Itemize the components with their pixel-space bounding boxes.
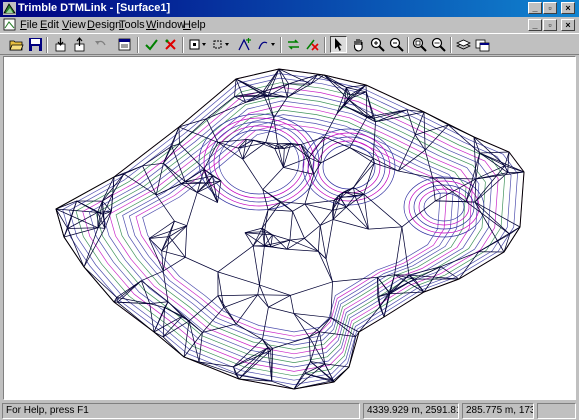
toolbar: [0, 33, 579, 55]
reject-button[interactable]: [162, 36, 179, 53]
close-button[interactable]: ×: [561, 2, 575, 14]
layers-icon: [456, 39, 471, 50]
add-line-dropdown[interactable]: [256, 36, 278, 53]
zoom-in-button[interactable]: [369, 36, 386, 53]
menu-file[interactable]: File: [20, 19, 38, 31]
doc-minimize-button[interactable]: _: [528, 19, 542, 31]
window-button[interactable]: [474, 36, 491, 53]
surface-canvas[interactable]: [3, 56, 576, 400]
delete-icon: [306, 39, 319, 51]
point-style-icon: [189, 39, 206, 50]
maximize-button[interactable]: ▫: [543, 2, 557, 14]
save-button[interactable]: [27, 36, 44, 53]
minimize-button[interactable]: _: [528, 2, 542, 14]
menu-design[interactable]: Design: [87, 19, 121, 31]
import-icon: [55, 38, 66, 52]
zoom-out-icon: [389, 37, 404, 52]
window-icon: [475, 39, 490, 52]
toolbar-separator: [324, 37, 326, 53]
tin-surface-drawing: [55, 68, 525, 390]
pan-tool-button[interactable]: [350, 36, 367, 53]
import-button[interactable]: [52, 36, 69, 53]
refresh-button[interactable]: [285, 36, 302, 53]
layers-button[interactable]: [455, 36, 472, 53]
status-bar: For Help, press F1 4339.929 m, 2591.812 …: [0, 402, 579, 420]
title-bar[interactable]: Trimble DTMLink - [Surface1] _ ▫ ×: [0, 0, 579, 17]
menu-help[interactable]: Help: [183, 19, 206, 31]
open-button[interactable]: [8, 36, 25, 53]
export-icon: [74, 37, 85, 52]
window-title: Trimble DTMLink - [Surface1]: [18, 2, 171, 14]
properties-button[interactable]: [116, 36, 133, 53]
undo-button[interactable]: [92, 36, 109, 53]
doc-restore-button[interactable]: ▫: [543, 19, 557, 31]
pan-hand-icon: [353, 39, 363, 52]
open-icon: [9, 40, 24, 51]
app-icon[interactable]: [3, 2, 16, 15]
zoom-extents-icon: [431, 37, 446, 52]
select-tool-button[interactable]: [330, 36, 347, 53]
add-point-icon: [238, 38, 251, 51]
zoom-window-button[interactable]: [411, 36, 428, 53]
reject-icon: [165, 39, 176, 50]
status-coordinate-1: 4339.929 m, 2591.812 m: [363, 403, 459, 419]
toolbar-separator: [46, 37, 48, 53]
zoom-extents-button[interactable]: [430, 36, 447, 53]
delete-button[interactable]: [304, 36, 321, 53]
menu-edit[interactable]: Edit: [40, 19, 59, 31]
add-point-button[interactable]: [236, 36, 253, 53]
menu-view[interactable]: View: [62, 19, 86, 31]
point-mode-icon: [213, 40, 229, 49]
zoom-window-icon: [412, 37, 427, 52]
properties-icon: [118, 38, 131, 51]
select-arrow-icon: [335, 38, 342, 51]
point-style-dropdown[interactable]: [187, 36, 209, 53]
application-window: Trimble DTMLink - [Surface1] _ ▫ × File …: [0, 0, 579, 420]
refresh-icon: [288, 39, 299, 50]
point-mode-dropdown[interactable]: [210, 36, 232, 53]
accept-icon: [145, 39, 158, 51]
toolbar-separator: [280, 37, 282, 53]
zoom-in-icon: [370, 37, 385, 52]
toolbar-separator: [450, 37, 452, 53]
toolbar-separator: [182, 37, 184, 53]
export-button[interactable]: [71, 36, 88, 53]
menu-tools[interactable]: Tools: [119, 19, 145, 31]
save-icon: [29, 38, 42, 51]
zoom-out-button[interactable]: [388, 36, 405, 53]
add-line-icon: [258, 41, 275, 50]
document-icon[interactable]: [3, 18, 16, 31]
toolbar-separator: [137, 37, 139, 53]
status-indicator: [537, 403, 576, 419]
menu-window[interactable]: Window: [146, 19, 185, 31]
status-help-text: For Help, press F1: [2, 403, 360, 419]
toolbar-separator: [407, 37, 409, 53]
menu-bar: File Edit View Design Tools Window Help: [0, 17, 579, 33]
status-coordinate-2: 285.775 m, 173.251 m: [462, 403, 534, 419]
accept-button[interactable]: [143, 36, 160, 53]
undo-icon: [95, 40, 106, 46]
doc-close-button[interactable]: ×: [561, 19, 575, 31]
